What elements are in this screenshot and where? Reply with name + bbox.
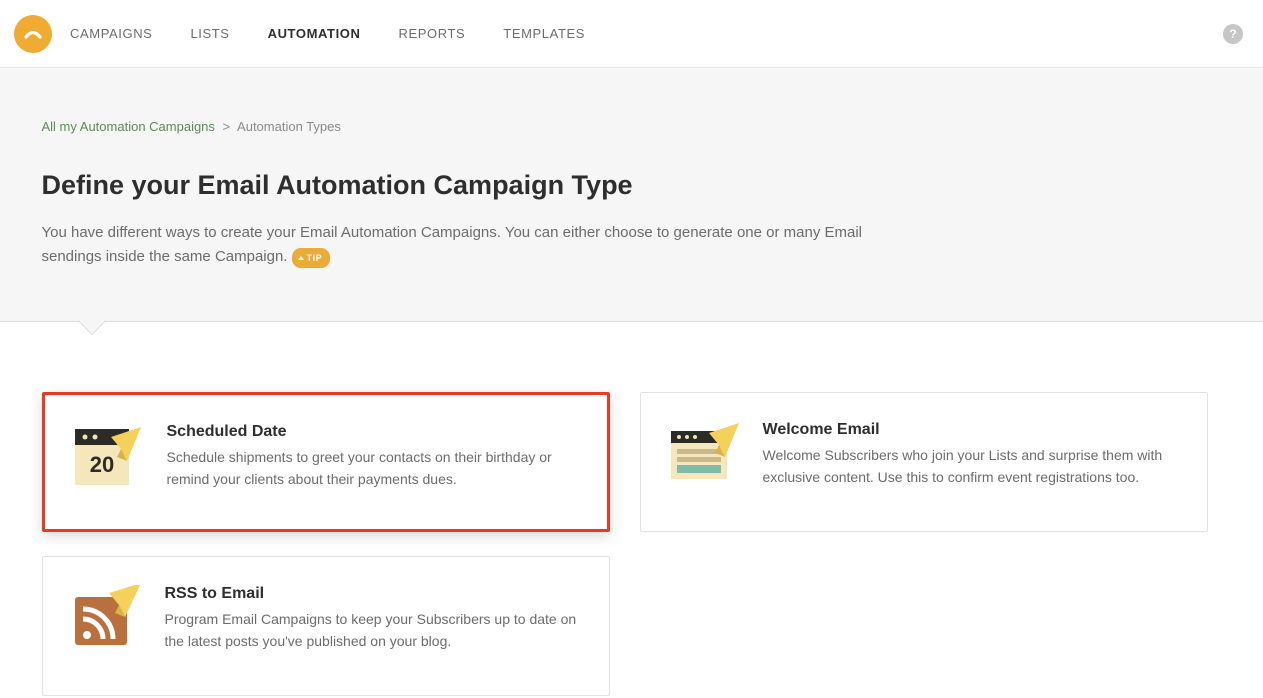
rss-plane-icon xyxy=(67,585,143,667)
app-logo[interactable] xyxy=(14,15,52,53)
chevron-up-icon xyxy=(298,256,304,260)
page-title: Define your Email Automation Campaign Ty… xyxy=(42,170,1222,201)
card-description: Schedule shipments to greet your contact… xyxy=(167,447,581,490)
card-title: Scheduled Date xyxy=(167,423,581,441)
nav-reports[interactable]: REPORTS xyxy=(398,26,465,41)
hero-section: All my Automation Campaigns > Automation… xyxy=(0,68,1263,322)
page-description: You have different ways to create your E… xyxy=(42,221,872,269)
nav-templates[interactable]: TEMPLATES xyxy=(503,26,585,41)
card-welcome-email[interactable]: Welcome Email Welcome Subscribers who jo… xyxy=(640,392,1208,532)
browser-plane-icon xyxy=(665,421,741,503)
calendar-plane-icon: 20 xyxy=(69,423,145,501)
help-icon[interactable]: ? xyxy=(1223,24,1243,44)
top-nav: CAMPAIGNS LISTS AUTOMATION REPORTS TEMPL… xyxy=(0,0,1263,68)
card-description: Program Email Campaigns to keep your Sub… xyxy=(165,609,583,652)
tip-button[interactable]: TIP xyxy=(292,248,331,268)
svg-text:20: 20 xyxy=(89,452,113,477)
nav-lists[interactable]: LISTS xyxy=(190,26,229,41)
tip-label: TIP xyxy=(307,251,323,265)
page-description-text: You have different ways to create your E… xyxy=(42,224,863,265)
nav-links: CAMPAIGNS LISTS AUTOMATION REPORTS TEMPL… xyxy=(70,26,585,41)
nav-campaigns[interactable]: CAMPAIGNS xyxy=(70,26,152,41)
breadcrumb-separator: > xyxy=(223,119,231,134)
breadcrumb-link[interactable]: All my Automation Campaigns xyxy=(42,119,215,134)
breadcrumb: All my Automation Campaigns > Automation… xyxy=(42,119,1222,134)
cards-section: 20 Scheduled Date Schedule shipments to … xyxy=(42,322,1222,696)
card-title: RSS to Email xyxy=(165,585,583,603)
card-rss-to-email[interactable]: RSS to Email Program Email Campaigns to … xyxy=(42,556,610,696)
logo-icon xyxy=(22,23,44,45)
nav-automation[interactable]: AUTOMATION xyxy=(268,26,361,41)
card-description: Welcome Subscribers who join your Lists … xyxy=(763,445,1181,488)
card-title: Welcome Email xyxy=(763,421,1181,439)
breadcrumb-current: Automation Types xyxy=(237,119,341,134)
card-scheduled-date[interactable]: 20 Scheduled Date Schedule shipments to … xyxy=(42,392,610,532)
